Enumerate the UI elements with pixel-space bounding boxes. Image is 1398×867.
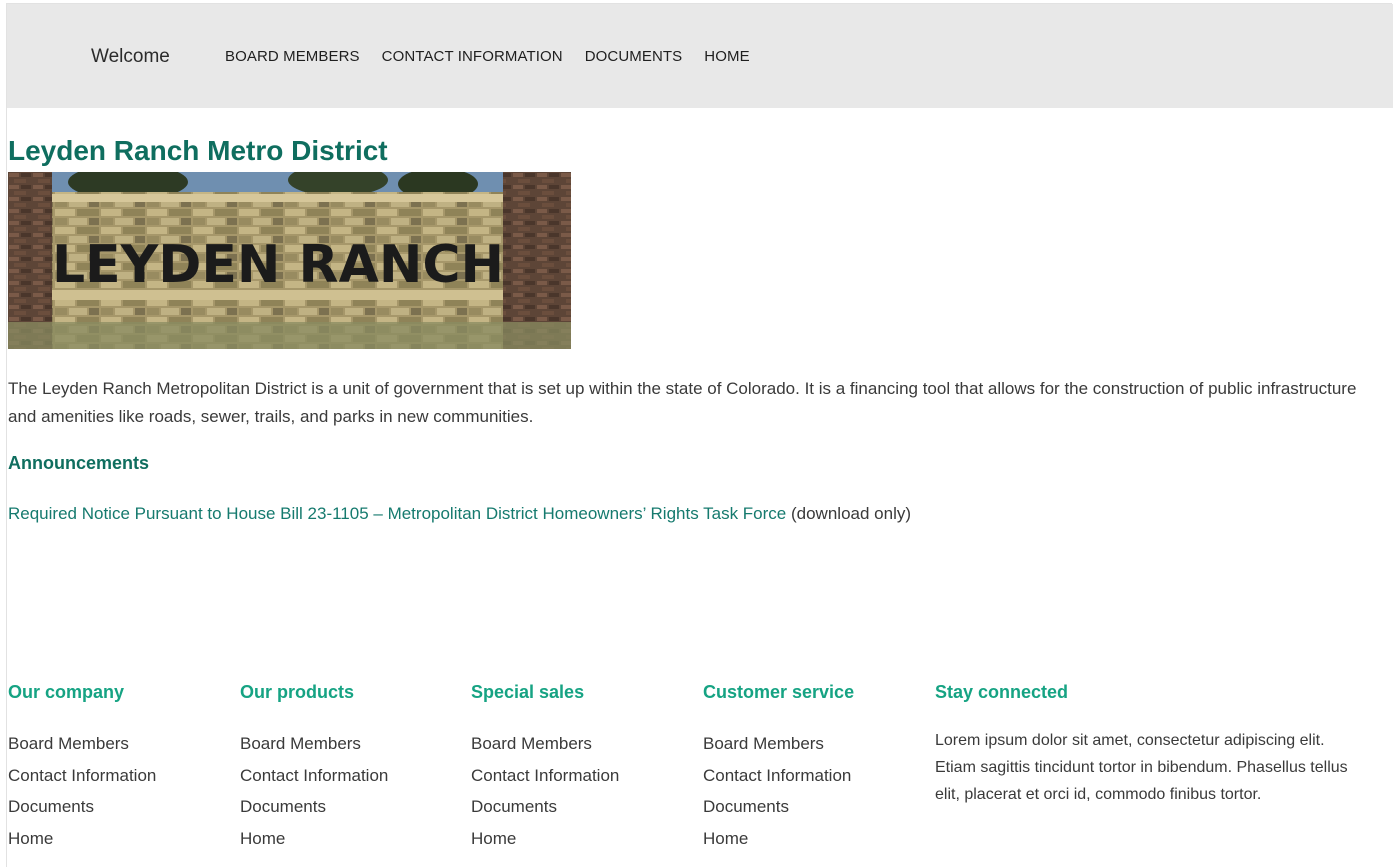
footer-link-documents[interactable]: Documents <box>8 797 228 829</box>
footer-heading: Customer service <box>703 682 855 702</box>
nav-home[interactable]: HOME <box>704 48 749 65</box>
footer-link-home[interactable]: Home <box>471 829 691 861</box>
announcement-link[interactable]: Required Notice Pursuant to House Bill 2… <box>8 504 786 523</box>
footer-link-home[interactable]: Home <box>703 829 923 861</box>
nav-documents[interactable]: DOCUMENTS <box>585 48 683 65</box>
footer-link-contact-information[interactable]: Contact Information <box>240 766 460 798</box>
intro-paragraph: The Leyden Ranch Metropolitan District i… <box>8 379 1357 426</box>
page-title: Leyden Ranch Metro District <box>8 135 388 166</box>
footer-link-board-members[interactable]: Board Members <box>703 734 923 766</box>
announcement-note: (download only) <box>786 504 912 523</box>
announcements-heading: Announcements <box>8 453 150 473</box>
footer-link-documents[interactable]: Documents <box>703 797 923 829</box>
footer-col-our-products: Our products Board Members Contact Infor… <box>240 682 460 860</box>
welcome-label: Welcome <box>91 46 170 67</box>
main-nav: BOARD MEMBERS CONTACT INFORMATION DOCUME… <box>225 48 750 65</box>
footer-col-special-sales: Special sales Board Members Contact Info… <box>471 682 691 860</box>
nav-board-members[interactable]: BOARD MEMBERS <box>225 48 360 65</box>
stay-connected-text: Lorem ipsum dolor sit amet, consectetur … <box>935 732 1348 803</box>
hero-sign-text: LEYDEN RANCH <box>52 235 504 295</box>
hero-image: LEYDEN RANCH <box>8 172 571 349</box>
footer-heading: Stay connected <box>935 682 1069 702</box>
footer-link-board-members[interactable]: Board Members <box>471 734 691 766</box>
announcement-item: Required Notice Pursuant to House Bill 2… <box>8 504 911 524</box>
site-header: Welcome BOARD MEMBERS CONTACT INFORMATIO… <box>7 4 1393 108</box>
footer-link-documents[interactable]: Documents <box>471 797 691 829</box>
nav-contact-information[interactable]: CONTACT INFORMATION <box>382 48 563 65</box>
footer-link-board-members[interactable]: Board Members <box>8 734 228 766</box>
footer-heading: Special sales <box>471 682 585 702</box>
footer-col-customer-service: Customer service Board Members Contact I… <box>703 682 923 860</box>
footer-col-our-company: Our company Board Members Contact Inform… <box>8 682 228 860</box>
footer-link-contact-information[interactable]: Contact Information <box>471 766 691 798</box>
footer-link-board-members[interactable]: Board Members <box>240 734 460 766</box>
footer-link-contact-information[interactable]: Contact Information <box>8 766 228 798</box>
footer-link-documents[interactable]: Documents <box>240 797 460 829</box>
page: Welcome BOARD MEMBERS CONTACT INFORMATIO… <box>6 3 1393 867</box>
footer-link-contact-information[interactable]: Contact Information <box>703 766 923 798</box>
footer-heading: Our products <box>240 682 355 702</box>
footer-col-stay-connected: Stay connected Lorem ipsum dolor sit ame… <box>935 682 1375 808</box>
footer-link-home[interactable]: Home <box>240 829 460 861</box>
footer-link-home[interactable]: Home <box>8 829 228 861</box>
footer-heading: Our company <box>8 682 125 702</box>
